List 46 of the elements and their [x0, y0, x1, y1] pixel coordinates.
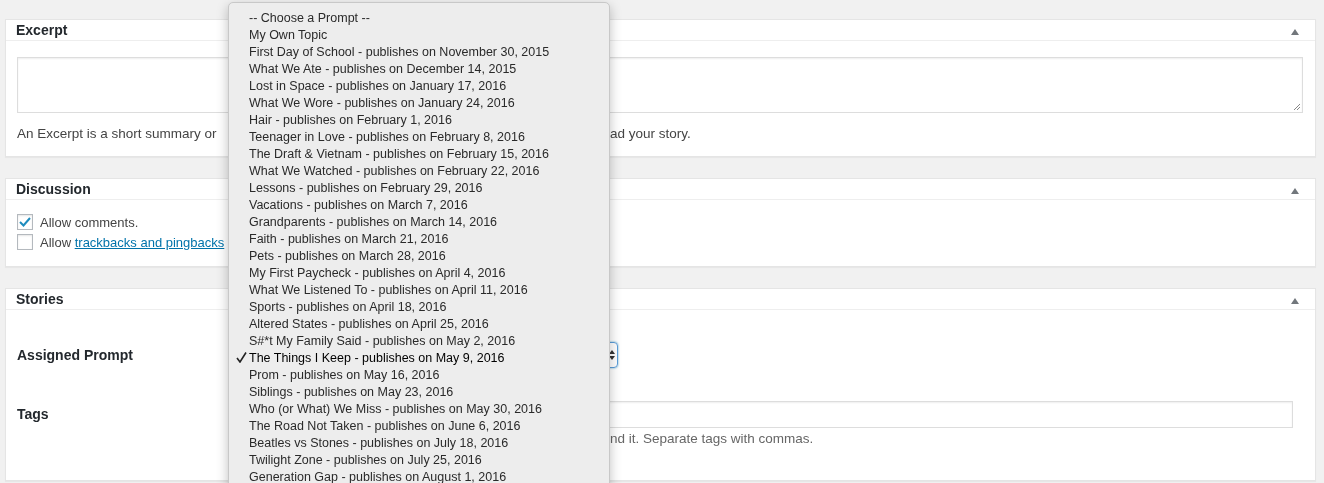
menu-item[interactable]: What We Watched - publishes on February 22, 2016 [229, 162, 609, 179]
menu-item[interactable]: Beatles vs Stones - publishes on July 18, 2016 [229, 434, 609, 451]
menu-item[interactable]: Vacations - publishes on March 7, 2016 [229, 196, 609, 213]
menu-item[interactable]: Teenager in Love - publishes on February 8, 2016 [229, 128, 609, 145]
menu-item[interactable]: -- Choose a Prompt -- [229, 9, 609, 26]
checkbox[interactable] [17, 234, 33, 250]
menu-item[interactable]: S#*t My Family Said - publishes on May 2, 2016 [229, 332, 609, 349]
panel-title: Stories [16, 291, 64, 307]
panel-title: Excerpt [16, 22, 68, 38]
menu-item[interactable]: What We Listened To - publishes on April 11, 2016 [229, 281, 609, 298]
menu-item[interactable]: Prom - publishes on May 16, 2016 [229, 366, 609, 383]
menu-item[interactable]: Faith - publishes on March 21, 2016 [229, 230, 609, 247]
help-text: An Excerpt is a short summary or [17, 126, 217, 141]
menu-item[interactable]: Who (or What) We Miss - publishes on May 30, 2016 [229, 400, 609, 417]
settings-link[interactable]: trackbacks and pingbacks [74, 234, 225, 250]
menu-item[interactable]: Lessons - publishes on February 29, 2016 [229, 179, 609, 196]
menu-item[interactable]: Lost in Space - publishes on January 17, 2016 [229, 77, 609, 94]
checkbox[interactable] [17, 214, 33, 230]
menu-item[interactable]: My Own Topic [229, 26, 609, 43]
menu-item[interactable]: Sports - publishes on April 18, 2016 [229, 298, 609, 315]
menu-item[interactable]: Generation Gap - publishes on August 1, 2016 [229, 468, 609, 483]
collapse-icon[interactable] [1291, 29, 1299, 35]
collapse-icon[interactable] [1291, 298, 1299, 304]
field-label: Tags [17, 405, 50, 424]
collapse-icon[interactable] [1291, 188, 1299, 194]
help-text: ad your story. [610, 126, 691, 141]
resize-grip-icon [1293, 103, 1301, 111]
panel-title: Discussion [16, 181, 91, 197]
menu-item[interactable]: The Draft & Vietnam - publishes on February 15, 2016 [229, 145, 609, 162]
menu-item[interactable]: Grandparents - publishes on March 14, 2016 [229, 213, 609, 230]
menu-item[interactable]: What We Wore - publishes on January 24, 2016 [229, 94, 609, 111]
menu-item[interactable]: The Things I Keep - publishes on May 9, 2016 [229, 349, 609, 366]
check-icon [236, 352, 247, 363]
menu-item[interactable]: What We Ate - publishes on December 14, 2015 [229, 60, 609, 77]
option-label: Allow trackbacks and pingbacks [40, 234, 225, 250]
menu-item[interactable]: Pets - publishes on March 28, 2016 [229, 247, 609, 264]
menu-item[interactable]: Hair - publishes on February 1, 2016 [229, 111, 609, 128]
menu-item[interactable]: Altered States - publishes on April 25, 2016 [229, 315, 609, 332]
option-label: Allow comments. [40, 214, 139, 230]
menu-item[interactable]: First Day of School - publishes on November 30, 2015 [229, 43, 609, 60]
menu-item[interactable]: My First Paycheck - publishes on April 4, 2016 [229, 264, 609, 281]
field-label: Assigned Prompt [17, 346, 134, 365]
menu-item[interactable]: Siblings - publishes on May 23, 2016 [229, 383, 609, 400]
menu-item[interactable]: Twilight Zone - publishes on July 25, 2016 [229, 451, 609, 468]
help-text: nd it. Separate tags with commas. [610, 431, 814, 446]
menu-item[interactable]: The Road Not Taken - publishes on June 6, 2016 [229, 417, 609, 434]
